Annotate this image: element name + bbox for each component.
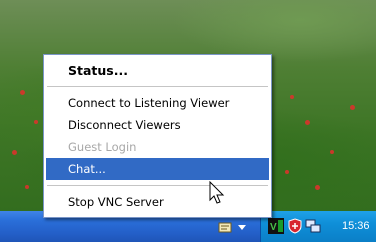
flower: [12, 150, 17, 155]
svg-text:V: V: [270, 222, 277, 233]
flower: [34, 120, 38, 124]
menu-item-stop-vnc-server[interactable]: Stop VNC Server: [44, 191, 271, 213]
flower: [330, 150, 334, 154]
menu-separator: [47, 86, 268, 87]
menu-item-guest-login: Guest Login: [68, 140, 137, 154]
notification-icon[interactable]: [218, 220, 232, 234]
flower: [285, 170, 289, 174]
flower: [25, 185, 29, 189]
flower: [20, 90, 25, 95]
flower: [315, 185, 320, 190]
vnc-tray-context-menu: Status... Connect to Listening Viewer Di…: [43, 54, 272, 218]
vnc-icon[interactable]: V: [268, 218, 284, 234]
menu-item-disconnect-viewers[interactable]: Disconnect Viewers: [44, 114, 271, 136]
flower: [350, 105, 355, 110]
menu-item-connect-listening-viewer[interactable]: Connect to Listening Viewer: [44, 92, 271, 114]
taskbar-clock[interactable]: 15:36: [342, 211, 370, 242]
flower: [290, 95, 294, 99]
menu-separator: [47, 185, 268, 186]
flower: [305, 120, 310, 125]
network-icon[interactable]: [305, 218, 321, 234]
mouse-cursor-icon: [209, 181, 225, 204]
chevron-down-icon[interactable]: [238, 225, 246, 231]
menu-item-status[interactable]: Status...: [44, 60, 271, 82]
security-shield-icon[interactable]: [287, 218, 303, 234]
menu-item-chat[interactable]: Chat...: [46, 158, 269, 180]
